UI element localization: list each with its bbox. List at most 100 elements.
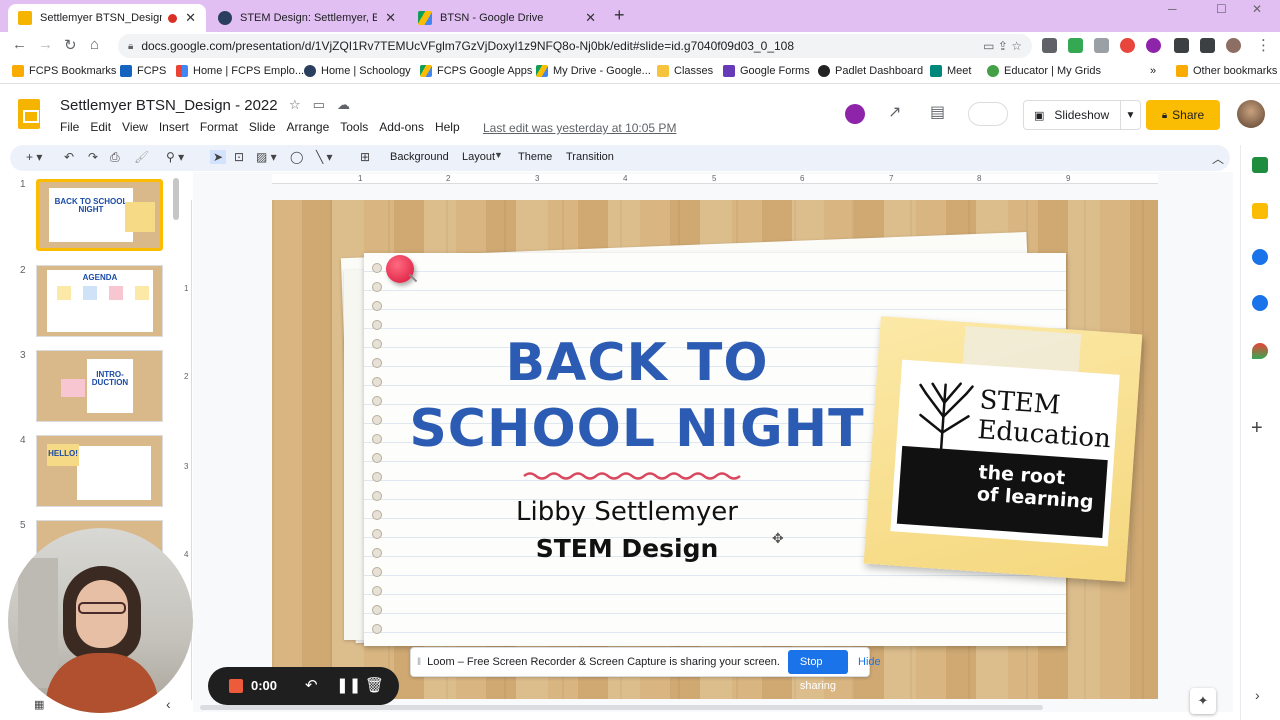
- document-title[interactable]: Settlemyer BTSN_Design - 2022: [60, 97, 278, 114]
- browser-menu-icon[interactable]: ⋮: [1256, 36, 1271, 54]
- tab-schoology[interactable]: STEM Design: Settlemyer, E (01) ✕: [208, 4, 406, 32]
- restart-recording-icon[interactable]: ↶: [305, 676, 318, 694]
- image-icon[interactable]: ▨ ▾: [256, 150, 277, 164]
- more-bookmarks-icon[interactable]: »: [1150, 65, 1156, 77]
- star-icon[interactable]: ☆: [289, 97, 313, 112]
- bookmark-schoology[interactable]: Home | Schoology: [304, 65, 411, 77]
- bookmark-padlet[interactable]: Padlet Dashboard: [818, 65, 923, 77]
- undo-icon[interactable]: ↶: [64, 150, 74, 164]
- menu-arrange[interactable]: Arrange: [287, 120, 330, 134]
- side-panel-icon[interactable]: [1200, 38, 1215, 53]
- paint-format-icon[interactable]: 🖌︎: [134, 150, 149, 164]
- stem-education-logo[interactable]: STEM Education the root of learning: [890, 359, 1120, 547]
- menu-addons[interactable]: Add-ons: [379, 120, 424, 134]
- comment-add-icon[interactable]: ⊞: [360, 150, 370, 164]
- menu-view[interactable]: View: [122, 120, 148, 134]
- menu-file[interactable]: File: [60, 120, 79, 134]
- slideshow-dropdown-icon[interactable]: ▼: [1120, 101, 1140, 129]
- extension-grid-icon[interactable]: [1094, 38, 1109, 53]
- bookmark-fcps-bookmarks[interactable]: FCPS Bookmarks: [12, 65, 116, 77]
- tasks-icon[interactable]: [1252, 249, 1268, 265]
- close-tab-icon[interactable]: ✕: [385, 10, 396, 26]
- line-icon[interactable]: ╲ ▾: [316, 150, 333, 164]
- grid-view-icon[interactable]: ▦: [34, 698, 44, 711]
- get-addons-icon[interactable]: +: [1251, 417, 1263, 440]
- slide-thumbnail-4[interactable]: HELLO!: [36, 435, 163, 507]
- background-button[interactable]: Background: [390, 151, 449, 163]
- close-window-icon[interactable]: ✕: [1252, 2, 1262, 16]
- collapse-filmstrip-icon[interactable]: ‹: [166, 696, 171, 712]
- loom-icon[interactable]: [845, 104, 865, 124]
- layout-dropdown-icon[interactable]: ▼: [494, 150, 503, 160]
- zoom-icon[interactable]: ⚲ ▾: [166, 150, 184, 164]
- delete-recording-icon[interactable]: 🗑︎: [365, 676, 384, 694]
- slide-thumbnail-2[interactable]: AGENDA: [36, 265, 163, 337]
- cloud-status-icon[interactable]: ☁: [337, 97, 362, 112]
- horizontal-scrollbar[interactable]: [200, 705, 1043, 710]
- bookmark-fcps-employee[interactable]: Home | FCPS Emplo...: [176, 65, 304, 77]
- course-name[interactable]: STEM Design: [472, 534, 782, 563]
- back-icon[interactable]: ←: [12, 36, 27, 53]
- slide-canvas[interactable]: BACK TO SCHOOL NIGHT Libby Settlemyer ST…: [272, 200, 1158, 699]
- text-box-icon[interactable]: ⊡: [234, 150, 244, 164]
- minimize-icon[interactable]: ─: [1168, 2, 1177, 16]
- bookmark-fcps-google-apps[interactable]: FCPS Google Apps: [420, 65, 532, 77]
- close-tab-icon[interactable]: ✕: [185, 10, 196, 26]
- tab-drive[interactable]: BTSN - Google Drive ✕: [408, 4, 606, 32]
- drag-handle-icon[interactable]: ‖: [417, 657, 421, 668]
- menu-edit[interactable]: Edit: [90, 120, 111, 134]
- filmstrip-scrollbar[interactable]: [173, 178, 179, 220]
- maximize-icon[interactable]: ☐: [1216, 2, 1227, 16]
- slide-thumbnail-3[interactable]: INTRO-DUCTION: [36, 350, 163, 422]
- presenter-name[interactable]: Libby Settlemyer: [472, 497, 782, 527]
- contacts-icon[interactable]: [1252, 295, 1268, 311]
- last-edit-link[interactable]: Last edit was yesterday at 10:05 PM: [483, 121, 676, 135]
- redo-icon[interactable]: ↷: [88, 150, 98, 164]
- share-button[interactable]: 🔒︎ Share: [1146, 100, 1220, 130]
- menu-insert[interactable]: Insert: [159, 120, 189, 134]
- keep-icon[interactable]: [1252, 203, 1268, 219]
- comments-icon[interactable]: ▤: [930, 102, 945, 122]
- shape-icon[interactable]: ◯: [290, 150, 303, 164]
- stop-sharing-button[interactable]: Stop sharing: [787, 650, 848, 692]
- profile-avatar-icon[interactable]: [1226, 38, 1241, 53]
- webcam-bubble[interactable]: [8, 528, 193, 713]
- menu-format[interactable]: Format: [200, 120, 238, 134]
- pause-icon[interactable]: ❚❚: [336, 676, 361, 694]
- reload-icon[interactable]: ↻: [64, 36, 77, 54]
- activity-trend-icon[interactable]: ↗: [888, 102, 901, 122]
- new-slide-icon[interactable]: + ▾: [26, 150, 42, 164]
- bookmark-classes[interactable]: Classes: [657, 65, 713, 77]
- bookmark-meet[interactable]: Meet: [930, 65, 971, 77]
- maps-icon[interactable]: [1252, 343, 1268, 359]
- menu-slide[interactable]: Slide: [249, 120, 276, 134]
- account-avatar[interactable]: [1237, 100, 1265, 128]
- hide-banner-button[interactable]: Hide: [858, 656, 881, 668]
- stop-recording-icon[interactable]: [229, 679, 243, 693]
- slides-logo-icon[interactable]: [18, 99, 40, 129]
- extension-sheet-icon[interactable]: [1068, 38, 1083, 53]
- explore-icon[interactable]: ✦: [1190, 688, 1216, 714]
- layout-button[interactable]: Layout: [462, 151, 495, 163]
- slide-headline[interactable]: BACK TO SCHOOL NIGHT: [402, 330, 872, 462]
- collapse-toolbar-icon[interactable]: ︿: [1212, 150, 1224, 167]
- print-icon[interactable]: ⎙: [110, 150, 120, 165]
- home-icon[interactable]: ⌂: [90, 36, 99, 53]
- transition-button[interactable]: Transition: [566, 151, 614, 163]
- move-folder-icon[interactable]: ▭: [313, 97, 337, 112]
- bookmark-my-grids[interactable]: Educator | My Grids: [987, 65, 1101, 77]
- forward-icon[interactable]: →: [38, 36, 53, 53]
- extensions-puzzle-icon[interactable]: [1174, 38, 1189, 53]
- bookmark-fcps[interactable]: FCPS: [120, 65, 166, 77]
- extension-shield-icon[interactable]: [1042, 38, 1057, 53]
- meet-call-icon[interactable]: [968, 102, 1008, 126]
- menu-help[interactable]: Help: [435, 120, 460, 134]
- bookmark-other[interactable]: Other bookmarks: [1176, 65, 1277, 77]
- close-tab-icon[interactable]: ✕: [585, 10, 596, 26]
- extension-color-icon[interactable]: [1120, 38, 1135, 53]
- tab-slides[interactable]: Settlemyer BTSN_Design - 20 ✕: [8, 4, 206, 32]
- expand-panel-icon[interactable]: ›: [1255, 687, 1260, 703]
- extension-loom-icon[interactable]: [1146, 38, 1161, 53]
- address-bar[interactable]: 🔒︎ docs.google.com/presentation/d/1VjZQI…: [118, 34, 1032, 58]
- slideshow-button[interactable]: ▣ Slideshow ▼: [1023, 100, 1141, 130]
